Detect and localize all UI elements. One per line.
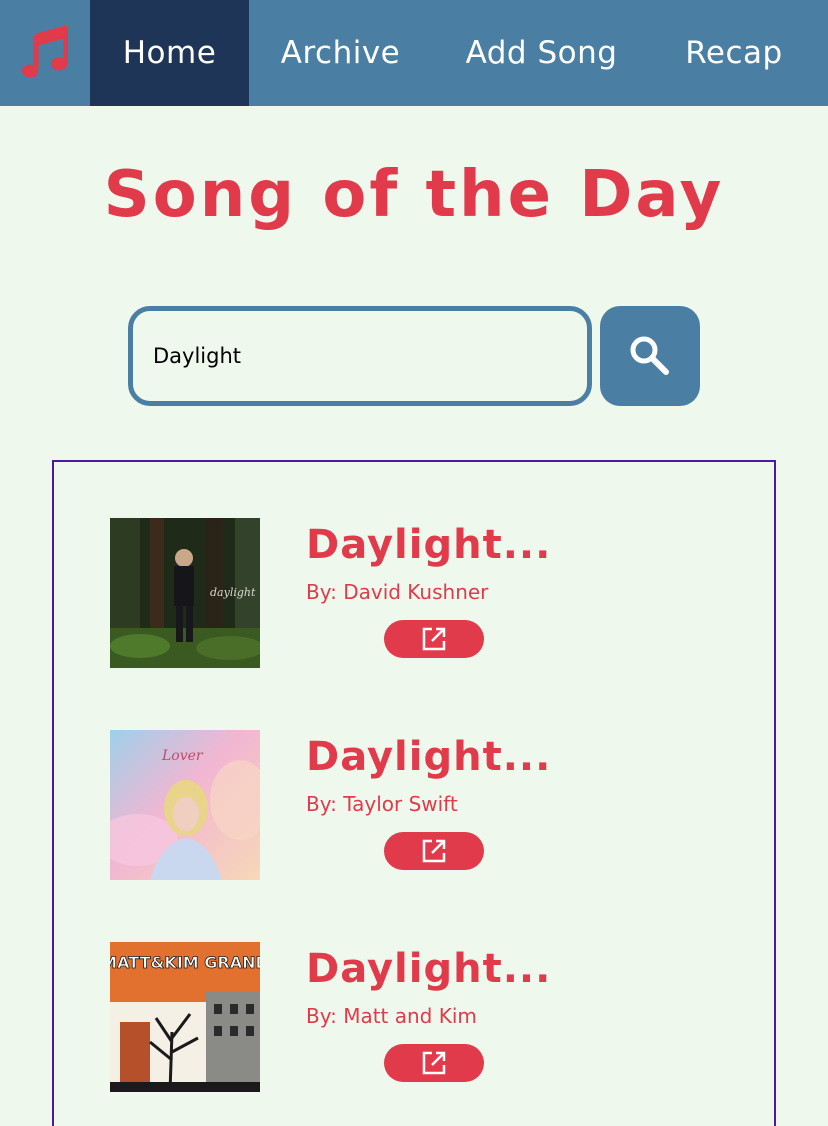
search-input[interactable] [128,306,592,406]
album-cover: Lover [110,730,260,880]
nav-item-archive[interactable]: Archive [249,0,432,106]
logo[interactable] [0,0,90,106]
album-cover: MATT&KIM GRAND [110,942,260,1092]
song-artist: By: David Kushner [306,580,489,604]
external-link-icon [422,1051,446,1075]
cover-text: MATT&KIM GRAND [110,953,260,972]
song-artist: By: Matt and Kim [306,1004,477,1028]
song-artist: By: Taylor Swift [306,792,458,816]
top-nav: Home Archive Add Song Recap [0,0,828,106]
nav-item-recap[interactable]: Recap [651,0,817,106]
results-list: daylight Daylight... By: David Kushner L… [52,460,776,1126]
cover-text: daylight [210,586,256,599]
open-song-button[interactable] [384,832,484,870]
external-link-icon [422,839,446,863]
song-title: Daylight... [306,946,552,992]
list-item: Lover Daylight... By: Taylor Swift [110,730,710,880]
page-title: Song of the Day [103,158,725,232]
external-link-icon [422,627,446,651]
list-item: MATT&KIM GRAND Daylight... By: Matt and … [110,942,710,1092]
open-song-button[interactable] [384,1044,484,1082]
music-note-icon [22,26,68,78]
nav-item-home[interactable]: Home [90,0,249,106]
cover-text: Lover [161,748,204,764]
song-title: Daylight... [306,522,552,568]
album-cover: daylight [110,518,260,668]
open-song-button[interactable] [384,620,484,658]
nav-item-add-song[interactable]: Add Song [432,0,651,106]
song-title: Daylight... [306,734,552,780]
search-icon [630,336,669,375]
list-item: daylight Daylight... By: David Kushner [110,518,710,668]
search-button[interactable] [600,306,700,406]
